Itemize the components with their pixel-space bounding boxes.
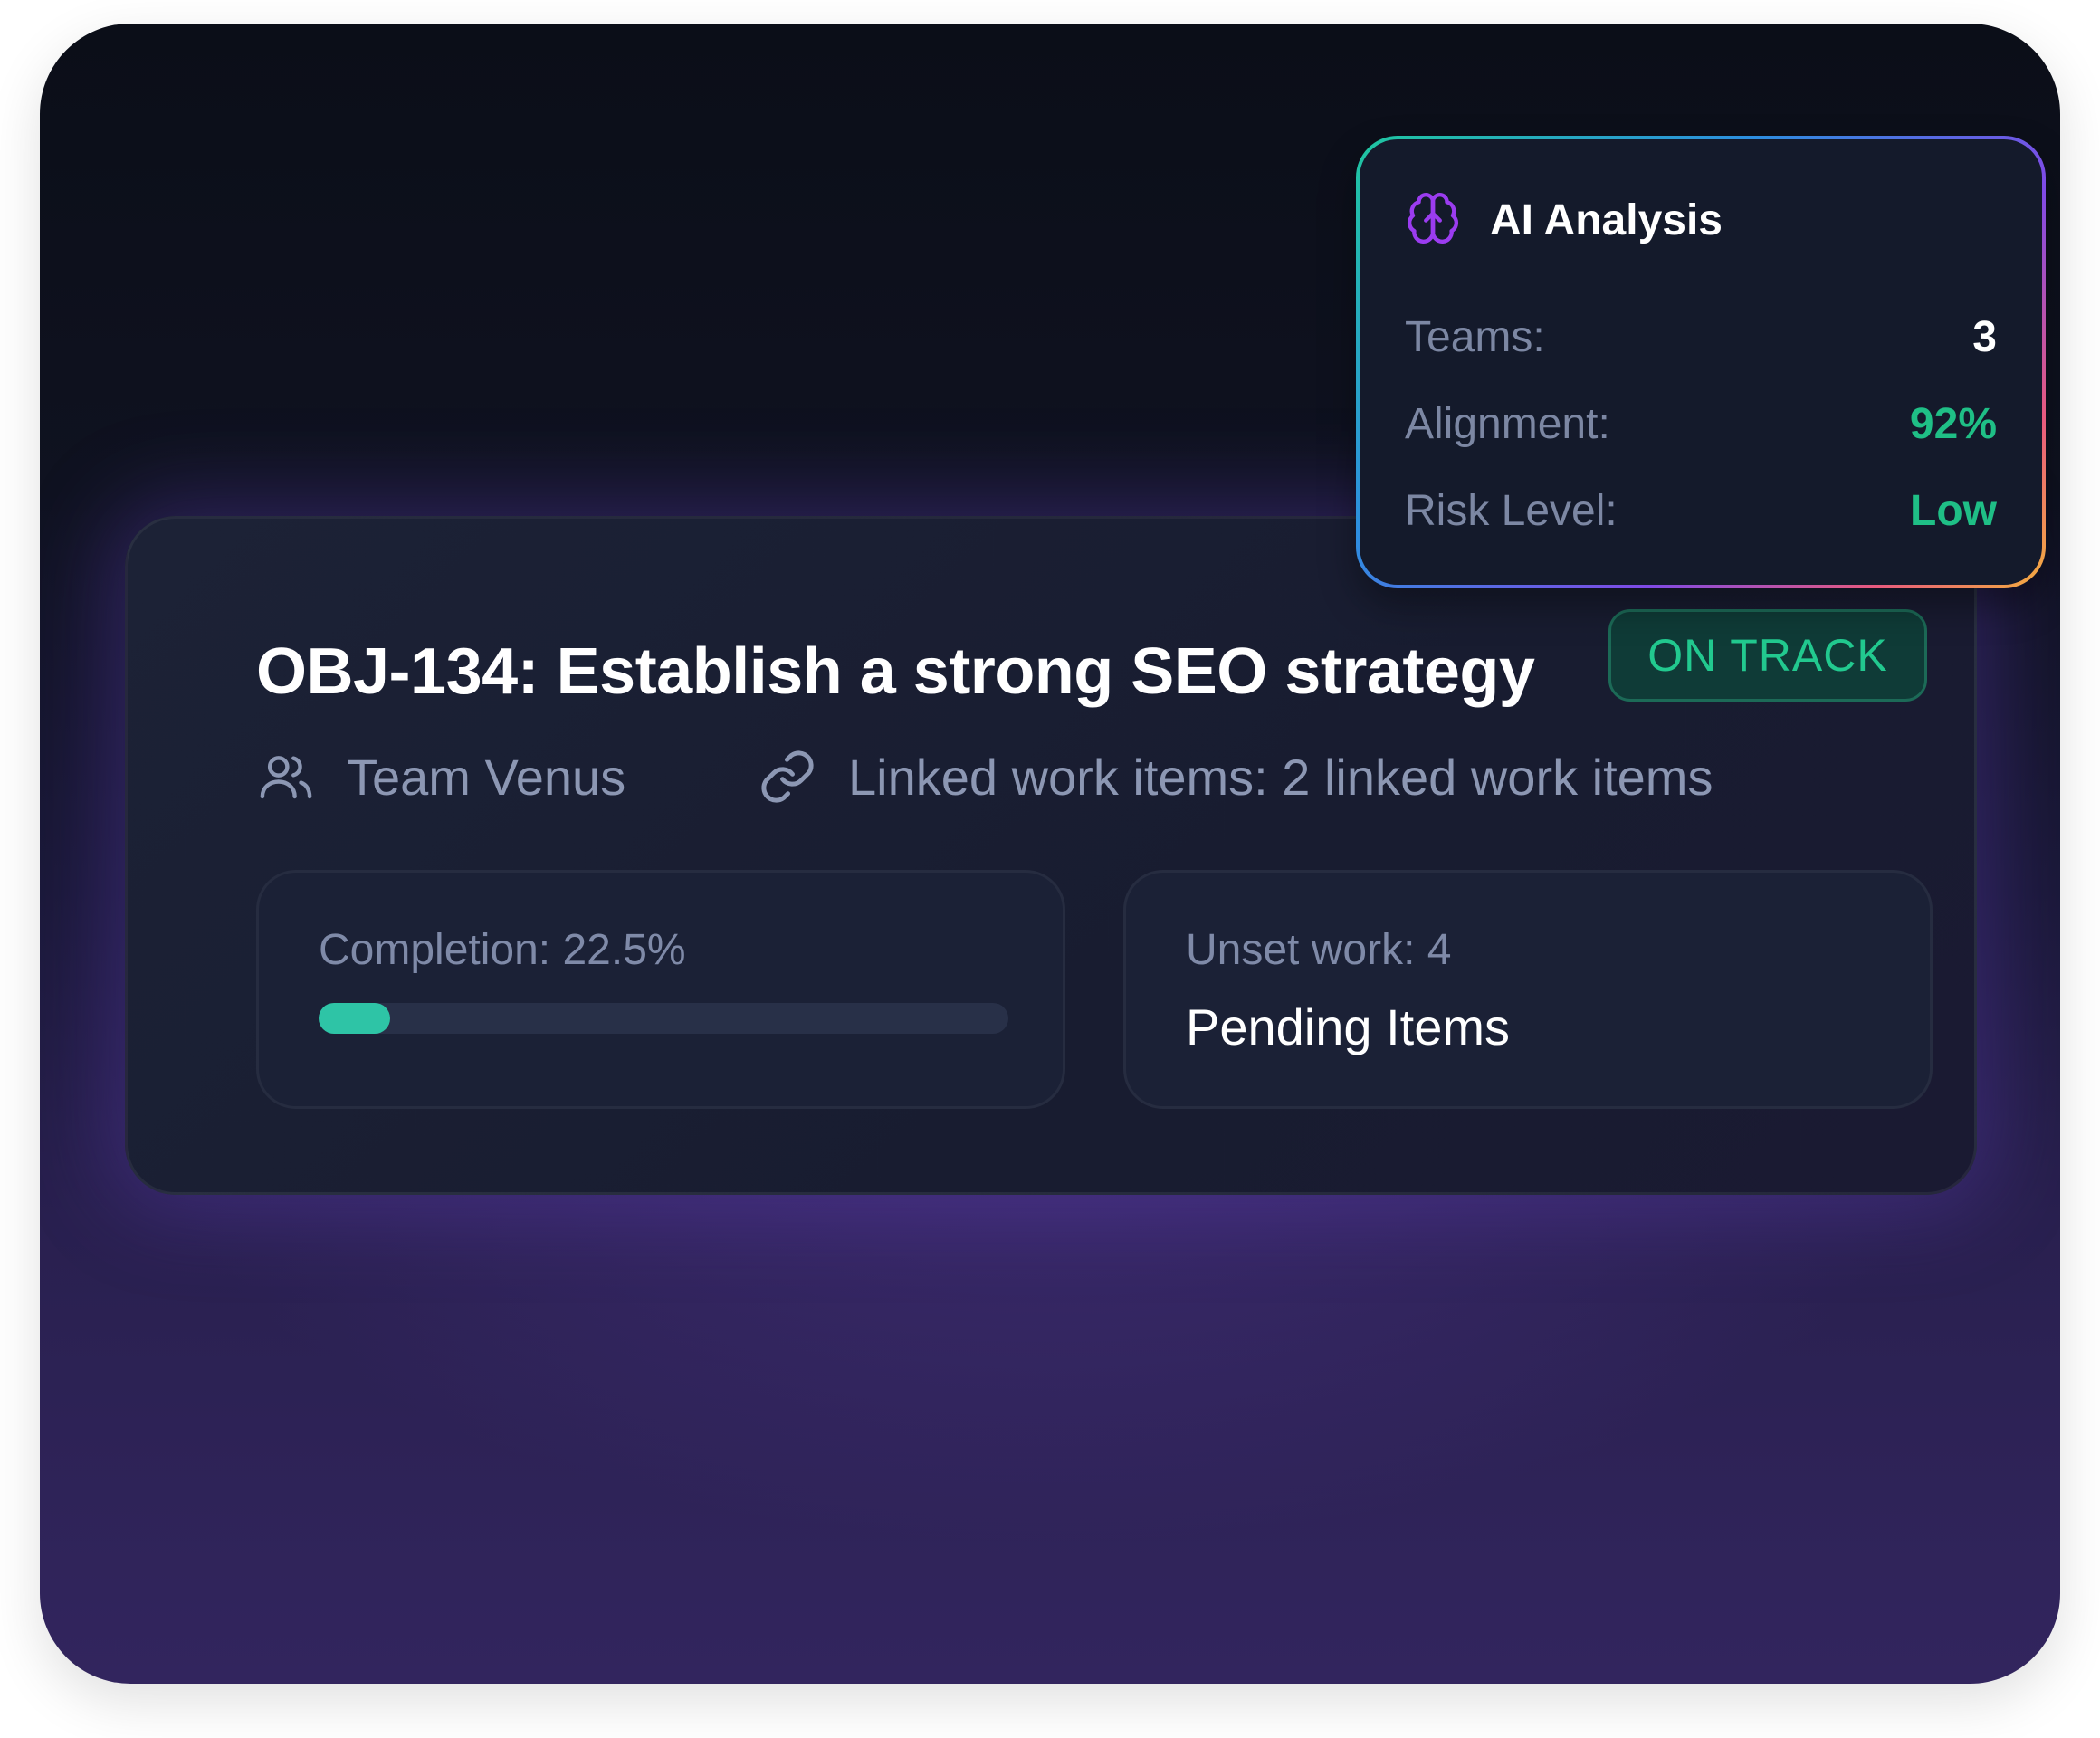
ai-row-alignment: Alignment: 92% xyxy=(1405,396,1997,451)
objective-title: OBJ-134: Establish a strong SEO strategy xyxy=(256,635,1535,708)
ai-analysis-title: AI Analysis xyxy=(1490,196,1723,244)
linked-items-text: Linked work items: 2 linked work items xyxy=(848,748,1713,806)
status-badge: ON TRACK xyxy=(1608,609,1927,702)
completion-card: Completion: 22.5% xyxy=(256,870,1065,1109)
team-meta[interactable]: Team Venus xyxy=(256,745,625,808)
alignment-value: 92% xyxy=(1909,399,1997,448)
objective-card[interactable]: OBJ-134: Establish a strong SEO strategy… xyxy=(125,516,1977,1195)
teams-value: 3 xyxy=(1972,312,1997,361)
team-name: Team Venus xyxy=(347,748,626,806)
app-frame: OBJ-134: Establish a strong SEO strategy… xyxy=(40,24,2060,1684)
linked-items-meta[interactable]: Linked work items: 2 linked work items xyxy=(758,745,1713,808)
link-icon xyxy=(761,750,814,803)
brain-icon xyxy=(1408,193,1458,244)
teams-key: Teams: xyxy=(1405,312,1545,361)
pending-items-label: Pending Items xyxy=(1186,998,1510,1055)
risk-level-value: Low xyxy=(1910,486,1997,535)
unset-work-card: Unset work: 4 Pending Items xyxy=(1123,870,1933,1109)
ai-analysis-panel: AI Analysis Teams: 3 Alignment: 92% Risk… xyxy=(1356,136,2046,588)
alignment-key: Alignment: xyxy=(1405,399,1610,448)
users-icon xyxy=(260,756,312,799)
unset-work-label: Unset work: 4 xyxy=(1186,926,1452,974)
risk-level-key: Risk Level: xyxy=(1405,486,1618,535)
ai-row-risk-level: Risk Level: Low xyxy=(1405,483,1997,538)
completion-label: Completion: 22.5% xyxy=(319,926,686,974)
completion-progress-fill xyxy=(319,1003,390,1034)
ai-row-teams: Teams: 3 xyxy=(1405,310,1997,364)
completion-progress-bar xyxy=(319,1003,1008,1034)
